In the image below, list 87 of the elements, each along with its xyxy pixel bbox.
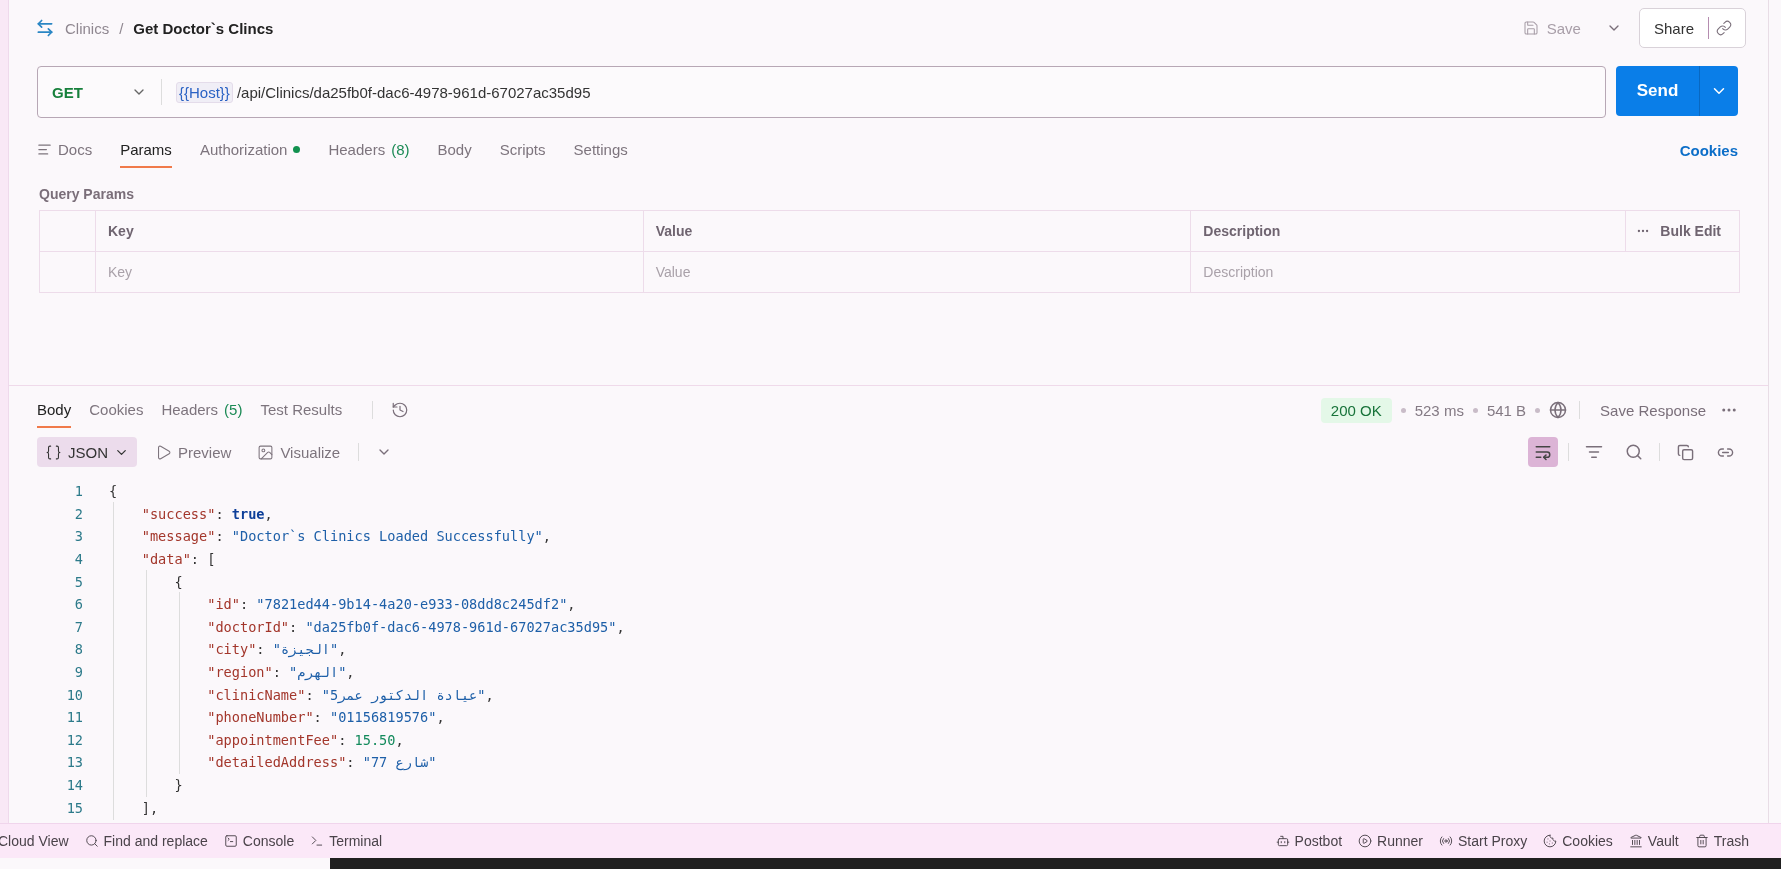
column-header: Key [108,223,134,239]
status-badge: 200 OK [1320,397,1392,423]
status-item[interactable]: Postbot [1267,833,1351,849]
line-number: 10 [65,686,83,703]
status-item[interactable]: Runner [1350,833,1431,849]
status-item[interactable]: Find and replace [76,833,216,849]
line-number: 6 [73,596,83,613]
bot-icon [1275,834,1290,848]
line-number: 1 [73,483,83,500]
status-item[interactable]: Console [215,833,303,849]
request-tab[interactable]: Headers (8) [328,132,410,168]
line-number: 13 [65,754,83,771]
status-item[interactable]: Cookies [1535,833,1621,849]
code-line: "message": "Doctor`s Clinics Loaded Successfully", [109,528,551,545]
breadcrumb-separator: / [119,19,124,37]
wrap-button[interactable] [1528,437,1558,467]
code-line: { [109,573,183,590]
view-mode-button[interactable]: Visualize [249,437,349,467]
method-dropdown[interactable]: GET [38,79,162,105]
code-line: "doctorId": "da25fb0f-dac6-4978-961d-67027ac35d95", [109,618,625,635]
save-response-button[interactable]: Save Response [1592,395,1714,425]
line-number: 14 [65,777,83,793]
code-line: "success": true, [109,505,273,522]
request-tab[interactable]: Body [437,132,472,168]
send-button[interactable]: Send [1616,66,1700,116]
url-path[interactable]: /api/Clinics/da25fb0f-dac6-4978-961d-67027ac35d95 [236,83,591,101]
trash-icon [1694,834,1709,848]
line-number: 11 [65,709,83,726]
status-item[interactable]: Terminal [302,833,391,849]
response-tab[interactable]: Headers (5) [161,392,243,428]
line-number: 15 [65,799,83,816]
link-icon [1716,20,1732,36]
cookie-icon [1543,834,1558,848]
response-time: 523 ms [1414,401,1464,419]
code-line: "appointmentFee": 15.50, [109,731,404,748]
request-tab[interactable]: Scripts [499,132,546,168]
terminal-icon [310,834,325,848]
docs-icon [37,141,52,157]
line-number: 4 [73,551,83,568]
image-icon [257,443,275,461]
search-icon [84,834,99,848]
share-button[interactable]: Share [1639,17,1709,39]
runner-icon [1358,834,1373,848]
response-tab[interactable]: Body [37,392,72,428]
status-item[interactable]: Start Proxy [1431,833,1536,849]
response-tab[interactable]: Test Results [260,392,343,428]
param-input[interactable]: Description [1203,264,1274,280]
status-item[interactable]: Trash [1686,833,1757,849]
bulk-edit-button[interactable]: Bulk Edit [1625,211,1727,251]
line-number: 7 [73,618,83,635]
save-button[interactable]: Save [1514,13,1589,43]
globe-icon[interactable] [1549,401,1568,419]
play-icon [155,443,172,461]
proxy-icon [1439,834,1453,848]
code-line: { [109,483,118,500]
code-line: "phoneNumber": "01156819576", [109,709,445,726]
section-title: Query Params [38,185,135,204]
status-item[interactable]: Vault [1620,833,1687,849]
response-tab[interactable]: Cookies [89,392,144,428]
request-title: Get Doctor`s Clincs [133,19,274,37]
breadcrumb-parent[interactable]: Clinics [65,19,110,37]
wrap-icon [1534,443,1552,461]
console-icon [223,834,238,848]
braces-icon [45,443,62,461]
line-number: 2 [73,505,83,522]
line-number: 12 [65,731,83,748]
line-number: 5 [73,573,83,590]
line-number: 3 [73,528,83,545]
variable-token: {{Host}} [176,81,233,103]
column-header: Value [655,223,693,239]
param-input[interactable]: Value [655,264,691,280]
cookies-link[interactable]: Cookies [1679,141,1738,159]
vault-icon [1628,834,1643,848]
request-tab[interactable]: Authorization [199,132,301,168]
column-header: Description [1203,223,1281,239]
param-input[interactable]: Key [108,264,133,280]
request-tab[interactable]: Params [120,132,172,168]
http-icon [35,18,55,38]
response-size: 541 B [1486,401,1527,419]
view-mode-button[interactable]: Preview [147,437,240,467]
request-tab[interactable]: Settings [573,132,628,168]
view-mode-button[interactable]: JSON [37,437,137,467]
line-number: 8 [73,641,83,658]
code-line: "data": [ [109,551,216,568]
line-number: 9 [73,664,83,681]
save-icon [1522,20,1539,36]
request-tab[interactable]: Docs [37,132,93,168]
